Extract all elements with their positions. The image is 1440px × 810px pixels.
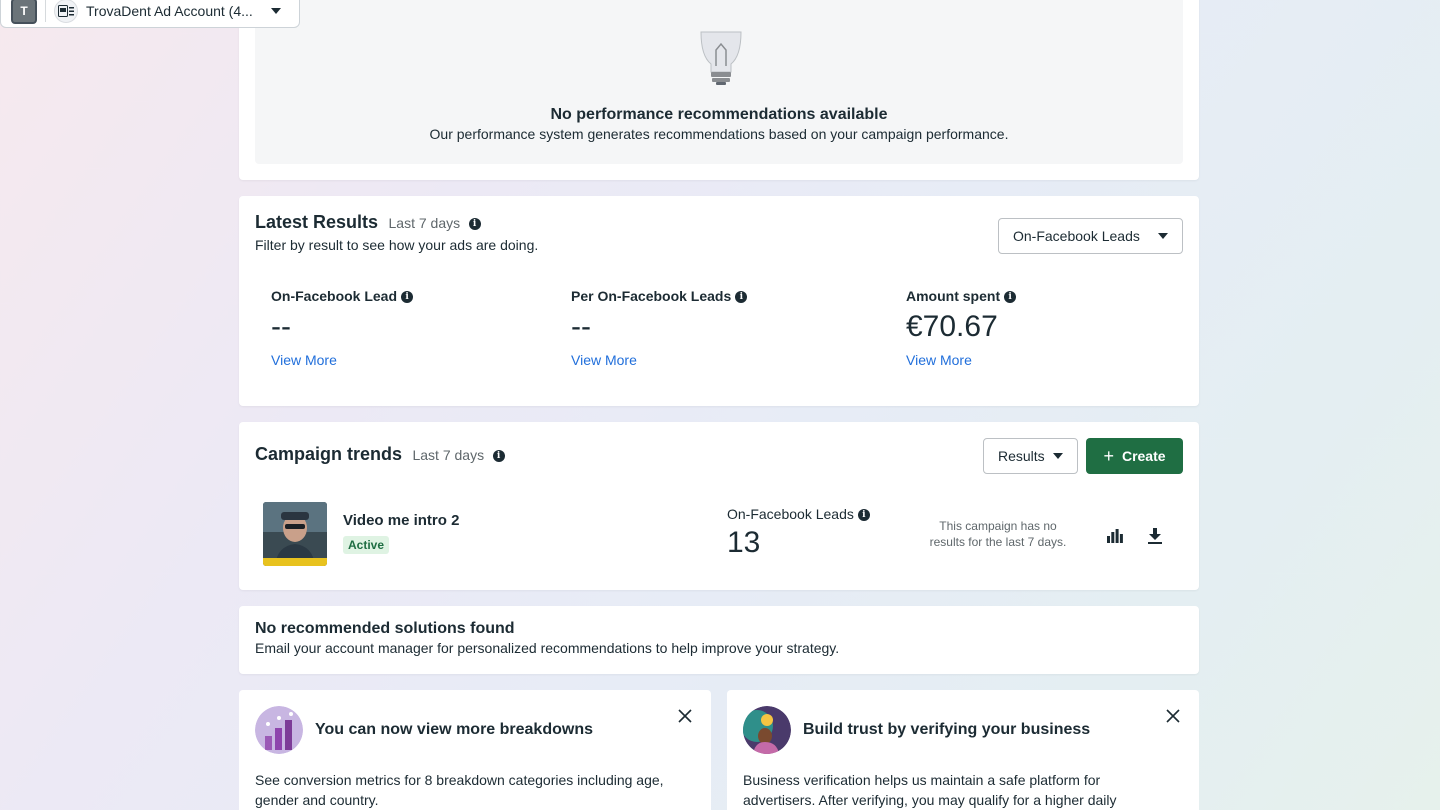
metric-value: €70.67 [906, 310, 998, 343]
metric-cost-per-lead: Per On-Facebook Leads i -- View More [571, 288, 748, 368]
promo-title: You can now view more breakdowns [315, 721, 593, 738]
business-avatar[interactable]: T [11, 0, 37, 24]
campaign-thumbnail[interactable] [263, 502, 327, 566]
info-icon[interactable]: i [492, 449, 505, 462]
solutions-subtitle: Email your account manager for personali… [255, 640, 840, 656]
info-icon[interactable]: i [857, 509, 870, 522]
metric-label: Per On-Facebook Leads [571, 288, 732, 304]
divider [45, 0, 46, 22]
recommendations-title: No performance recommendations available [550, 106, 888, 123]
info-icon[interactable]: i [468, 217, 481, 230]
campaign-name[interactable]: Video me intro 2 [343, 512, 459, 529]
account-name: TrovaDent Ad Account (4... [86, 3, 253, 19]
promo-body: See conversion metrics for 8 breakdown c… [255, 772, 664, 808]
metric-value: -- [571, 310, 591, 343]
create-button-label: Create [1121, 448, 1166, 464]
chevron-down-icon [1158, 233, 1168, 239]
campaign-trends-title: Campaign trends [255, 444, 403, 464]
campaign-trends-card: Campaign trends Last 7 days i Results + … [239, 422, 1199, 590]
latest-results-title: Latest Results [255, 212, 379, 232]
view-more-link[interactable]: View More [271, 352, 413, 368]
campaign-metric-value: 13 [727, 526, 761, 559]
create-button[interactable]: + Create [1086, 438, 1183, 474]
info-icon[interactable]: i [735, 291, 748, 304]
campaign-metric-label: On-Facebook Leads [727, 506, 854, 522]
recommendations-subtitle: Our performance system generates recomme… [429, 126, 1009, 142]
latest-results-period: Last 7 days [388, 215, 461, 231]
verification-illustration-icon [743, 706, 791, 754]
campaign-trends-period: Last 7 days [412, 447, 485, 463]
view-more-link[interactable]: View More [571, 352, 747, 368]
results-dropdown[interactable]: Results [983, 438, 1078, 474]
close-icon[interactable] [1165, 708, 1181, 724]
account-selector[interactable]: T TrovaDent Ad Account (4... [0, 0, 300, 28]
download-icon[interactable] [1143, 524, 1167, 548]
result-filter-dropdown[interactable]: On-Facebook Leads [998, 218, 1183, 254]
campaign-metric-label-row: On-Facebook Leads i [727, 506, 870, 522]
no-results-message: This campaign has no results for the las… [929, 519, 1067, 549]
metric-value: -- [271, 310, 291, 343]
result-filter-value: On-Facebook Leads [1013, 228, 1140, 244]
metric-amount-spent: Amount spent i €70.67 View More [906, 288, 1017, 368]
metric-label: Amount spent [906, 288, 1001, 304]
chevron-down-icon [1053, 453, 1063, 459]
info-icon[interactable]: i [1004, 291, 1017, 304]
bar-chart-icon[interactable] [1103, 524, 1127, 548]
status-badge: Active [343, 536, 390, 554]
close-icon[interactable] [677, 708, 693, 724]
recommendations-card: No performance recommendations available… [239, 0, 1199, 180]
chevron-down-icon[interactable] [271, 8, 281, 14]
lightbulb-icon [700, 31, 742, 85]
view-more-link[interactable]: View More [906, 352, 1016, 368]
recommendations-empty-state: No performance recommendations available… [255, 0, 1183, 164]
metric-label: On-Facebook Lead [271, 288, 398, 304]
results-dropdown-value: Results [998, 448, 1045, 464]
latest-results-card: Latest Results Last 7 days i Filter by r… [239, 196, 1199, 406]
promo-title: Build trust by verifying your business [803, 721, 1091, 738]
solutions-title: No recommended solutions found [255, 620, 515, 637]
plus-icon: + [1103, 446, 1114, 466]
breakdowns-illustration-icon [255, 706, 303, 754]
breakdowns-promo-card: You can now view more breakdowns See con… [239, 690, 711, 810]
solutions-card: No recommended solutions found Email you… [239, 606, 1199, 674]
metric-leads: On-Facebook Lead i -- View More [271, 288, 414, 368]
info-icon[interactable]: i [401, 291, 414, 304]
ad-account-icon [54, 0, 78, 23]
verification-promo-card: Build trust by verifying your business B… [727, 690, 1199, 810]
promo-body: Business verification helps us maintain … [743, 772, 1117, 808]
